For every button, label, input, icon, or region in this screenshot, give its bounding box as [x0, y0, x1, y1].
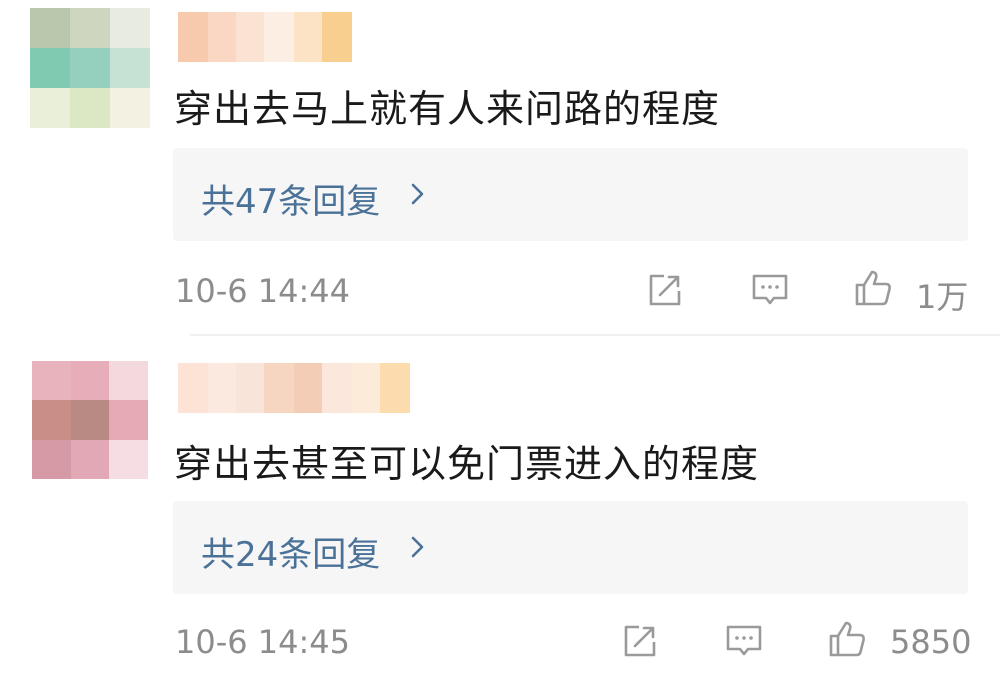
share-icon[interactable] — [645, 270, 685, 310]
like-icon[interactable] — [853, 268, 893, 308]
comment-timestamp: 10-6 14:45 — [175, 623, 351, 661]
username-blurred[interactable] — [178, 363, 410, 413]
chevron-right-icon — [411, 536, 424, 558]
chevron-right-icon — [411, 183, 424, 205]
like-icon[interactable] — [827, 619, 867, 659]
avatar[interactable] — [30, 8, 150, 128]
view-replies-button[interactable]: 共24条回复 — [173, 501, 968, 594]
view-replies-button[interactable]: 共47条回复 — [173, 148, 968, 241]
comment-timestamp: 10-6 14:44 — [175, 272, 351, 310]
like-count: 5850 — [890, 623, 972, 661]
comment-icon[interactable] — [724, 621, 764, 661]
avatar[interactable] — [32, 361, 148, 479]
comment-icon[interactable] — [750, 270, 790, 310]
comment-text: 穿出去马上就有人来问路的程度 — [174, 87, 721, 131]
replies-count-label: 共47条回复 — [201, 182, 381, 222]
comment-divider — [190, 334, 1000, 336]
share-icon[interactable] — [620, 621, 660, 661]
username-blurred[interactable] — [178, 12, 352, 62]
replies-count-label: 共24条回复 — [201, 535, 381, 575]
comment-text: 穿出去甚至可以免门票进入的程度 — [174, 442, 760, 486]
comment-item: 穿出去甚至可以免门票进入的程度 共24条回复 10-6 14:45 5850 — [0, 337, 1000, 697]
like-count: 1万 — [916, 278, 969, 316]
comment-item: 穿出去马上就有人来问路的程度 共47条回复 10-6 14:44 1万 — [0, 0, 1000, 335]
